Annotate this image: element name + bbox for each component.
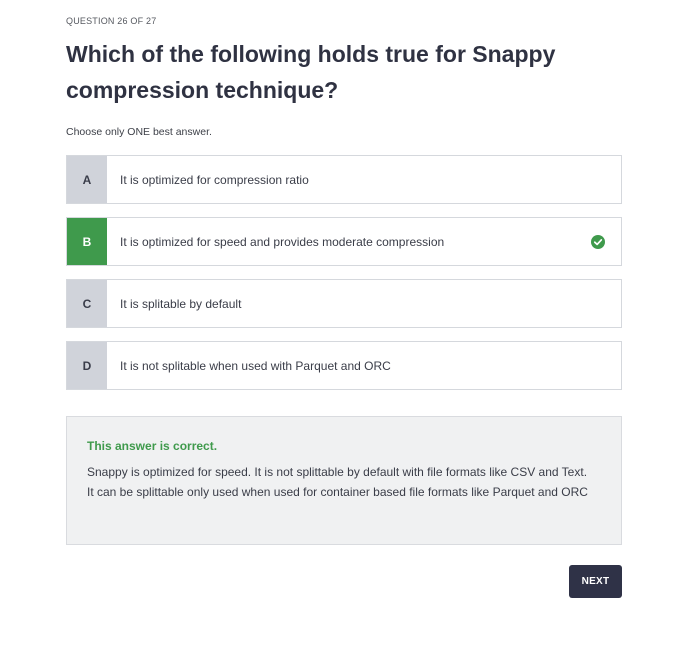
option-letter: A [67, 156, 107, 203]
answer-feedback-panel: This answer is correct. Snappy is optimi… [66, 416, 622, 545]
check-circle-icon [591, 234, 605, 249]
feedback-explanation: Snappy is optimized for speed. It is not… [87, 465, 588, 499]
answer-options: A It is optimized for compression ratio … [66, 155, 622, 403]
next-button[interactable]: NEXT [569, 565, 622, 598]
option-letter: B [67, 218, 107, 265]
answer-option-b[interactable]: B It is optimized for speed and provides… [66, 217, 622, 266]
option-text: It is optimized for compression ratio [120, 172, 309, 187]
answer-option-a[interactable]: A It is optimized for compression ratio [66, 155, 622, 204]
answer-option-c[interactable]: C It is splitable by default [66, 279, 622, 328]
option-letter: D [67, 342, 107, 389]
option-letter: C [67, 280, 107, 327]
option-text: It is splitable by default [120, 296, 242, 311]
question-counter: QUESTION 26 OF 27 [66, 16, 157, 26]
answer-option-d[interactable]: D It is not splitable when used with Par… [66, 341, 622, 390]
option-text: It is not splitable when used with Parqu… [120, 358, 391, 373]
question-text: Which of the following holds true for Sn… [66, 41, 556, 103]
feedback-title: This answer is correct. [87, 439, 218, 453]
answer-instruction: Choose only ONE best answer. [66, 126, 212, 138]
quiz-page: QUESTION 26 OF 27 Which of the following… [0, 0, 674, 659]
option-text: It is optimized for speed and provides m… [120, 234, 445, 249]
